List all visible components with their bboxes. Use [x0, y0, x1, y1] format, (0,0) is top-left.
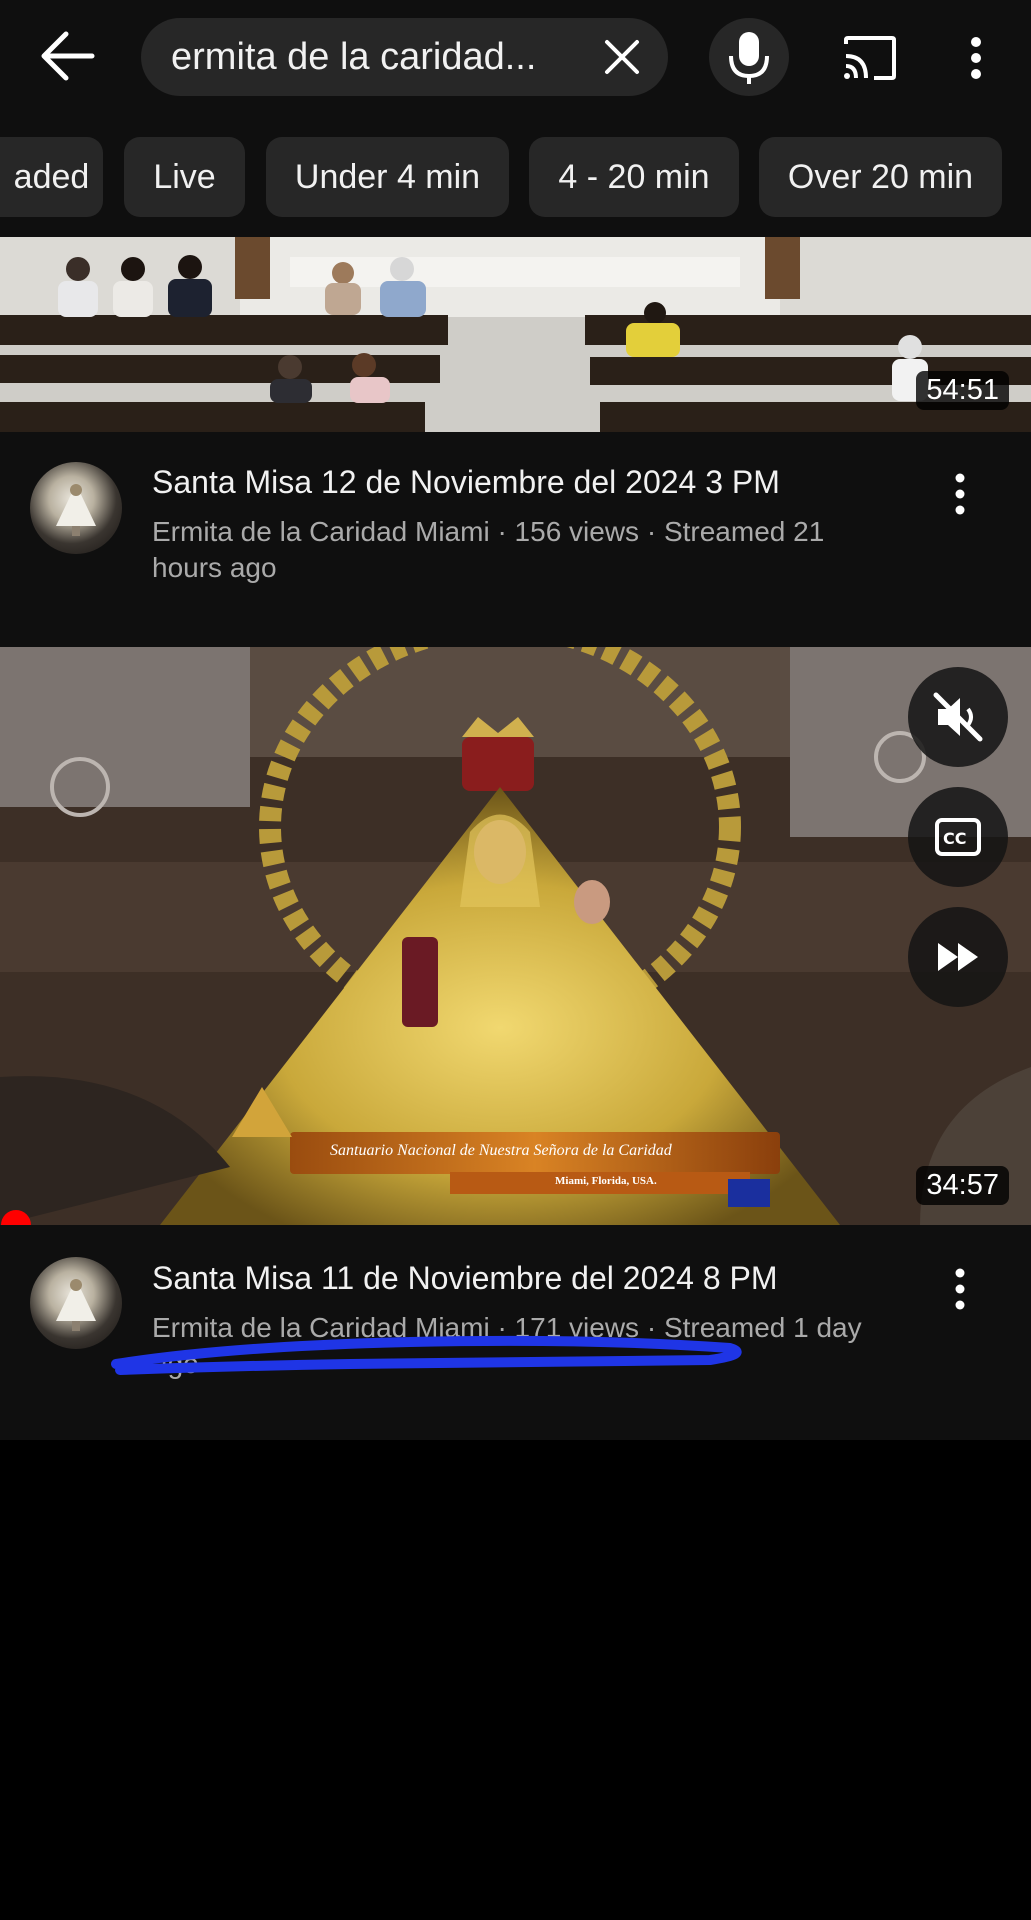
microphone-icon — [729, 32, 769, 84]
video-thumbnail[interactable]: 54:51 — [0, 237, 1031, 432]
captions-button[interactable]: CC — [908, 787, 1008, 887]
video-more-options-icon[interactable] — [945, 470, 975, 520]
scribble-annotation — [111, 1335, 742, 1375]
video-metadata: Ermita de la Caridad Miami · 156 views ·… — [152, 516, 825, 583]
back-arrow-icon[interactable] — [40, 30, 100, 82]
chip-label: aded — [13, 157, 90, 196]
thumbnail-overlay-subtitle: Miami, Florida, USA. — [555, 1175, 657, 1187]
search-query[interactable]: ermita de la caridad... — [171, 36, 536, 79]
more-options-icon[interactable] — [960, 34, 992, 82]
video-duration: 54:51 — [916, 371, 1009, 410]
top-bar: ermita de la caridad... — [0, 0, 1031, 115]
virgin-statue-icon — [56, 1279, 96, 1331]
video-thumbnail-playing[interactable]: 34:57 CC Santuario Nacional de Nuestra S… — [0, 647, 1031, 1225]
closed-captions-icon: CC — [935, 818, 981, 856]
thumbnail-overlay-title: Santuario Nacional de Nuestra Señora de … — [330, 1142, 672, 1159]
video-title[interactable]: Santa Misa 11 de Noviembre del 2024 8 PM — [152, 1260, 778, 1297]
channel-avatar[interactable] — [30, 462, 122, 554]
church-interior-image — [0, 237, 1031, 432]
svg-text:CC: CC — [943, 829, 966, 848]
voice-search-button[interactable] — [709, 18, 789, 96]
video-duration: 34:57 — [916, 1166, 1009, 1205]
mute-button[interactable] — [908, 667, 1008, 767]
chip-label: Under 4 min — [294, 157, 481, 196]
video-card-info[interactable]: Santa Misa 12 de Noviembre del 2024 3 PM… — [0, 432, 1031, 647]
fast-forward-icon — [938, 943, 978, 971]
clear-search-icon[interactable] — [603, 38, 641, 76]
cast-icon[interactable] — [842, 34, 898, 82]
chip-over-20-min[interactable]: Over 20 min — [759, 137, 1002, 217]
chip-label: Live — [153, 157, 216, 196]
video-title[interactable]: Santa Misa 12 de Noviembre del 2024 3 PM — [152, 464, 780, 501]
search-input[interactable]: ermita de la caridad... — [141, 18, 668, 96]
channel-avatar[interactable] — [30, 1257, 122, 1349]
chip-downloaded[interactable]: aded — [0, 137, 103, 217]
volume-off-icon — [933, 692, 983, 742]
chip-label: Over 20 min — [787, 157, 974, 196]
virgin-de-la-caridad-image — [0, 647, 1031, 1225]
video-card-info[interactable]: Santa Misa 11 de Noviembre del 2024 8 PM… — [0, 1225, 1031, 1440]
virgin-statue-icon — [56, 484, 96, 536]
chip-4-20-min[interactable]: 4 - 20 min — [529, 137, 739, 217]
fast-forward-button[interactable] — [908, 907, 1008, 1007]
chip-under-4-min[interactable]: Under 4 min — [266, 137, 509, 217]
video-more-options-icon[interactable] — [945, 1265, 975, 1315]
filter-chips-bar: aded Live Under 4 min 4 - 20 min Over 20… — [0, 115, 1031, 237]
chip-label: 4 - 20 min — [558, 157, 710, 196]
chip-live[interactable]: Live — [124, 137, 245, 217]
